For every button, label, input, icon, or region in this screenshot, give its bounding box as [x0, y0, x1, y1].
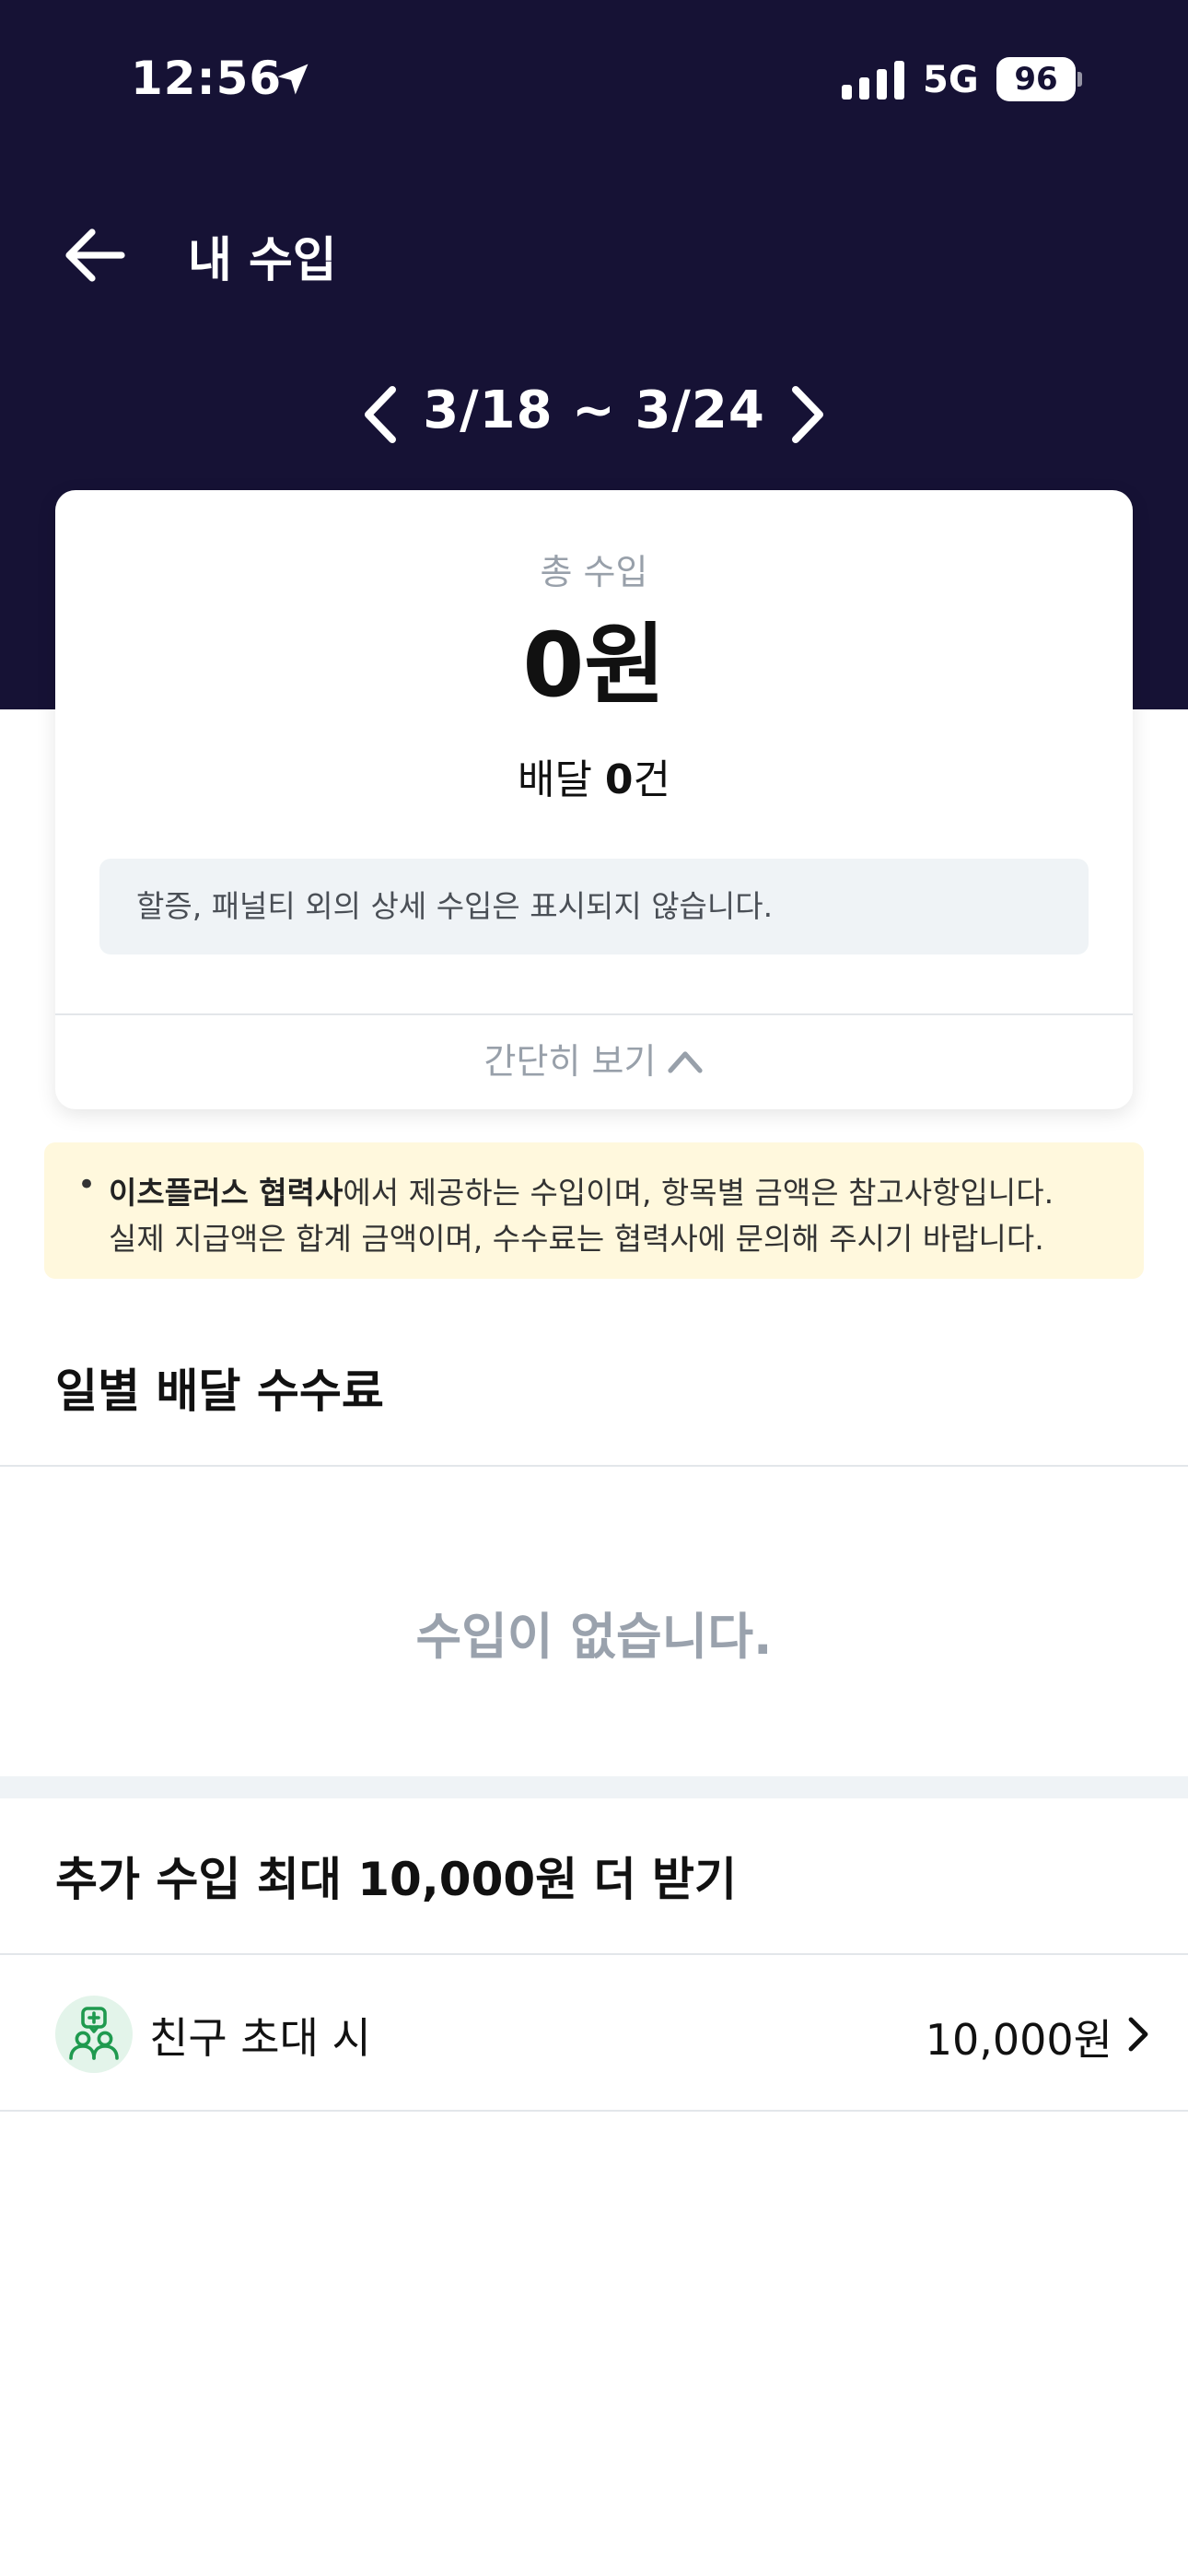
bullet: •	[77, 1166, 97, 1203]
divider	[0, 1465, 1188, 1467]
delivery-count-value: 0	[604, 756, 634, 803]
invite-friend-row[interactable]: 친구 초대 시 10,000원	[0, 1955, 1188, 2110]
delivery-count-prefix: 배달	[517, 756, 605, 803]
delivery-count: 배달 0건	[55, 746, 1133, 805]
page-title: 내 수입	[188, 233, 337, 288]
chevron-right-icon	[1128, 2017, 1148, 2052]
invite-friends-icon	[55, 1996, 133, 2073]
chevron-right-icon[interactable]	[785, 384, 831, 445]
empty-income-message: 수입이 없습니다.	[415, 1608, 773, 1666]
battery-level: 96	[996, 57, 1076, 101]
delivery-count-suffix: 건	[633, 756, 671, 803]
info-line-1-rest: 에서 제공하는 수입이며, 항목별 금액은 참고사항입니다.	[343, 1175, 1054, 1211]
section-separator	[0, 1776, 1188, 1798]
status-bar: 12:56 5G 96	[0, 0, 1188, 157]
total-income-label: 총 수입	[540, 552, 648, 592]
week-range-label: 3/18 ~ 3/24	[423, 381, 765, 440]
collapse-button[interactable]: 간단히 보기	[55, 1015, 1133, 1109]
location-arrow-icon	[277, 64, 309, 95]
arrow-left-icon[interactable]	[64, 227, 125, 284]
network-type: 5G	[923, 59, 979, 101]
battery-icon: 96	[996, 57, 1082, 101]
info-line-2: 실제 지급액은 합계 금액이며, 수수료는 협력사에 문의해 주시기 바랍니다.	[109, 1221, 1044, 1257]
partner-info-banner: • 이츠플러스 협력사에서 제공하는 수입이며, 항목별 금액은 참고사항입니다…	[44, 1142, 1144, 1279]
status-time: 12:56	[131, 52, 283, 105]
collapse-label: 간단히 보기	[483, 1041, 657, 1082]
bonus-section-title: 추가 수입 최대 10,000원 더 받기	[55, 1853, 737, 1906]
battery-tip	[1077, 72, 1082, 87]
daily-fee-section-title: 일별 배달 수수료	[55, 1364, 384, 1418]
income-summary-card: 총 수입 0원 배달 0건 할증, 패널티 외의 상세 수입은 표시되지 않습니…	[55, 490, 1133, 1109]
total-income-amount: 0원	[522, 614, 666, 717]
invite-friend-amount: 10,000원	[925, 2015, 1112, 2065]
week-navigator: 3/18 ~ 3/24	[0, 373, 1188, 456]
divider	[0, 2110, 1188, 2112]
signal-bars-icon	[842, 61, 904, 100]
info-line-1: 이츠플러스 협력사에서 제공하는 수입이며, 항목별 금액은 참고사항입니다.	[109, 1168, 1054, 1212]
detail-notice: 할증, 패널티 외의 상세 수입은 표시되지 않습니다.	[99, 859, 1089, 954]
partner-name: 이츠플러스 협력사	[109, 1175, 344, 1211]
invite-friend-label: 친구 초대 시	[149, 2013, 371, 2063]
chevron-up-icon	[668, 1050, 704, 1073]
